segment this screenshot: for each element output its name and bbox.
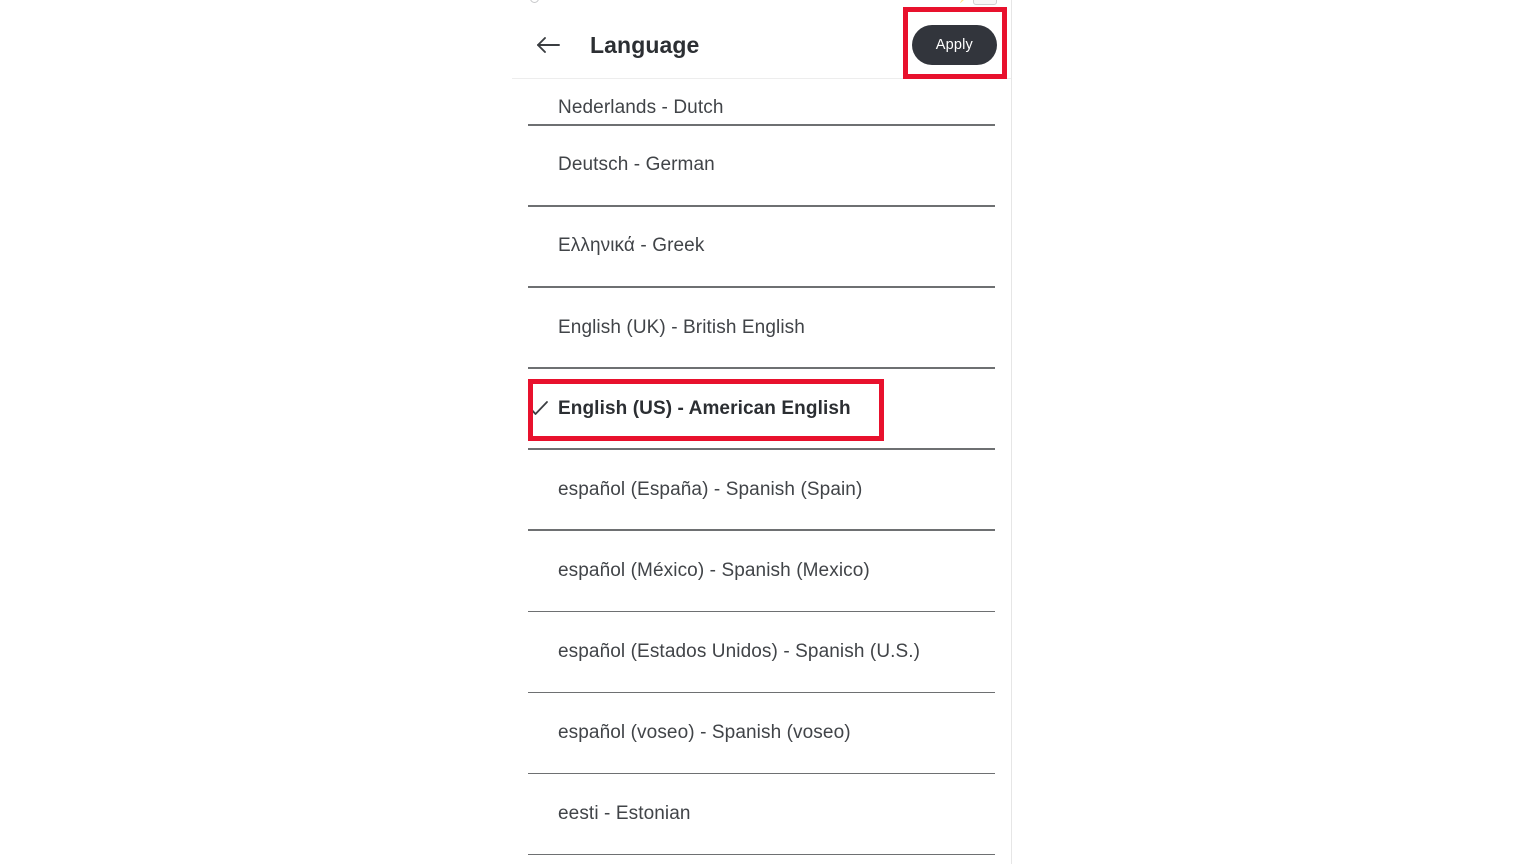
list-item[interactable]: Deutsch - German	[512, 125, 1011, 206]
language-list[interactable]: Nederlands - Dutch Deutsch - German Ελλη…	[512, 78, 1011, 864]
list-item-selected[interactable]: English (US) - American English	[512, 368, 1011, 449]
check-icon	[528, 400, 549, 417]
list-item[interactable]: español (Estados Unidos) - Spanish (U.S.…	[512, 612, 1011, 692]
battery-icon	[973, 0, 997, 5]
list-divider	[528, 853, 995, 856]
language-label: Deutsch - German	[558, 154, 715, 176]
list-item[interactable]: español (voseo) - Spanish (voseo)	[512, 693, 1011, 773]
list-item[interactable]: Ελληνικά - Greek	[512, 206, 1011, 287]
status-bar: ⚡	[512, 0, 1011, 8]
app-header: Language Apply	[512, 12, 1011, 78]
language-label: Ελληνικά - Greek	[558, 235, 705, 257]
list-item[interactable]: español (México) - Spanish (Mexico)	[512, 531, 1011, 611]
language-label: English (US) - American English	[558, 397, 851, 419]
list-item[interactable]: español (España) - Spanish (Spain)	[512, 449, 1011, 530]
language-label: eesti - Estonian	[558, 803, 691, 825]
status-bar-right: ⚡	[958, 0, 997, 5]
page-title: Language	[590, 31, 700, 58]
charging-bolt-icon: ⚡	[958, 0, 969, 4]
language-label: Nederlands - Dutch	[558, 97, 724, 118]
list-item[interactable]: English (UK) - British English	[512, 287, 1011, 368]
apply-button[interactable]: Apply	[911, 25, 997, 65]
list-item[interactable]: Nederlands - Dutch	[512, 79, 1011, 124]
apply-button-wrapper: Apply	[911, 25, 997, 65]
check-slot	[528, 400, 558, 417]
language-label: English (UK) - British English	[558, 316, 805, 338]
language-label: español (voseo) - Spanish (voseo)	[558, 722, 851, 743]
language-label: español (México) - Spanish (Mexico)	[558, 559, 870, 581]
list-item[interactable]: eesti - Estonian	[512, 774, 1011, 854]
status-bar-left	[526, 0, 539, 3]
arrow-left-icon	[535, 35, 561, 55]
language-label: español (España) - Spanish (Spain)	[558, 478, 863, 500]
status-dot-icon	[530, 0, 539, 3]
phone-screen: ⚡ Language Apply Nederlands - Dutch	[512, 0, 1012, 864]
language-label: español (Estados Unidos) - Spanish (U.S.…	[558, 640, 921, 662]
back-button[interactable]	[526, 23, 570, 67]
